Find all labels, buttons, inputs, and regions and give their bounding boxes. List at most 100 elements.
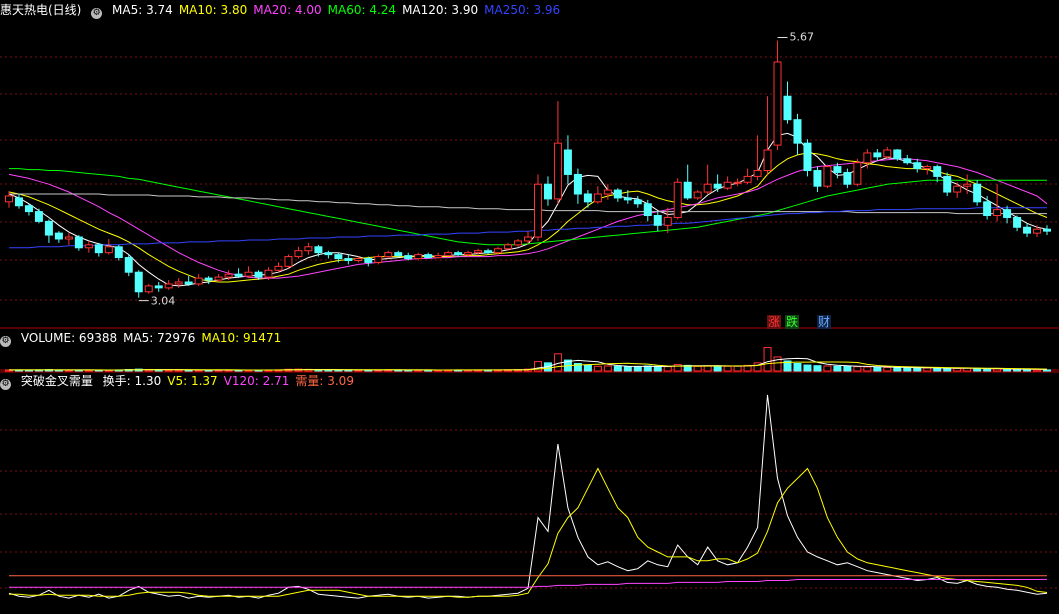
candle-body (414, 254, 423, 260)
candle-body (134, 271, 143, 293)
candle-body (643, 203, 652, 217)
candle-body (843, 171, 852, 185)
price-legend-item-2: MA20: 4.00 (253, 3, 322, 17)
candle-body (454, 252, 463, 256)
candle-body (563, 149, 572, 175)
candle-body (174, 281, 183, 285)
candle-body (903, 158, 912, 164)
candle-body (763, 149, 772, 172)
candle-body (444, 252, 453, 257)
candle-body (733, 181, 742, 184)
volume-bar (733, 365, 742, 372)
ma10-line (8, 152, 1048, 283)
volume-legend-item-1: MA5: 72976 (123, 331, 196, 345)
candle-body (723, 181, 732, 189)
candle-body (124, 257, 133, 273)
candle-body (304, 246, 313, 252)
candle-body (214, 276, 223, 281)
low-price-label: 3.04 (151, 295, 176, 308)
candle-body (144, 285, 153, 293)
candle-body (364, 258, 373, 263)
candle-body (823, 166, 832, 187)
candle-body (673, 181, 682, 218)
volume-legend-item-2: MA10: 91471 (201, 331, 282, 345)
candle-body (334, 254, 343, 260)
candle-body (114, 246, 123, 259)
candle-body (474, 250, 483, 254)
candle-body (783, 95, 792, 121)
candle-body (14, 197, 23, 207)
candle-body (583, 193, 592, 203)
candle-body (104, 246, 113, 254)
event-badge-0[interactable]: 涨 (767, 315, 782, 329)
volume-bar (853, 366, 862, 372)
candle-body (533, 183, 542, 238)
candle-body (34, 211, 43, 222)
volume-bar (763, 347, 772, 372)
volume-bar (913, 367, 922, 372)
candle-body (64, 236, 73, 240)
volume-bar (613, 365, 622, 372)
candle-body (593, 193, 602, 203)
candle-body (324, 252, 333, 256)
volume-bar (1043, 369, 1052, 372)
candle-body (294, 250, 303, 258)
candle-body (913, 162, 922, 170)
candle-body (1043, 228, 1052, 232)
candle-body (933, 166, 942, 177)
candle-body (284, 256, 293, 267)
event-badge-1[interactable]: 跌 (785, 315, 800, 329)
indicator-legend: 换手: 1.30 V5: 1.37 V120: 2.71 需量: 3.09 (103, 374, 360, 388)
volume-bar (793, 363, 802, 372)
candle-body (833, 166, 842, 173)
candle-body (374, 256, 383, 263)
candle-body (553, 142, 562, 200)
candle-body (484, 250, 493, 254)
candle-body (354, 258, 363, 261)
volume-bar (903, 367, 912, 372)
volume-bar (823, 365, 832, 372)
candle-body (633, 199, 642, 205)
candle-body (74, 236, 83, 249)
candle-body (613, 189, 622, 199)
settings-icon[interactable]: ⚙ (91, 8, 103, 19)
volume-bar (603, 365, 612, 372)
stock-title[interactable]: 惠天热电(日线) (0, 3, 81, 17)
volume-bar (773, 356, 782, 372)
ma120-line (9, 193, 1047, 215)
candle-body (514, 240, 523, 246)
price-legend-item-4: MA120: 3.90 (402, 3, 479, 17)
candle-body (424, 254, 433, 259)
candle-body (4, 195, 13, 203)
candle-body (883, 149, 892, 158)
candle-body (943, 175, 952, 193)
candle-body (873, 152, 882, 158)
event-badge-2[interactable]: 财 (817, 315, 832, 329)
candle-body (893, 149, 902, 160)
volume-settings-icon[interactable]: ⚙ (0, 336, 11, 347)
indicator-settings-icon[interactable]: ⚙ (0, 379, 11, 390)
candle-body (753, 170, 762, 177)
volume-bar (953, 368, 962, 372)
indicator-title[interactable]: 突破金叉需量 (21, 374, 93, 388)
indicator-legend-item-2: V120: 2.71 (223, 374, 290, 388)
price-legend-item-5: MA250: 3.96 (484, 3, 561, 17)
candle-body (993, 209, 1002, 217)
volume-bar (1023, 368, 1032, 372)
volume-panel-header: ⚙ VOLUME: 69388 MA5: 72976 MA10: 91471 (0, 330, 293, 347)
candle-body (743, 175, 752, 183)
volume-bar (983, 368, 992, 372)
candle-body (394, 252, 403, 257)
stock-chart[interactable]: 5.67 3.04 (0, 0, 1059, 614)
candle-body (1023, 226, 1032, 234)
candle-body (603, 189, 612, 195)
price-legend-item-3: MA60: 4.24 (327, 3, 397, 17)
volume-bar (883, 366, 892, 372)
volume-bar (813, 365, 822, 372)
candle-body (194, 277, 203, 285)
price-ma-legend: MA5: 3.74 MA10: 3.80 MA20: 4.00 MA60: 4.24 M… (112, 3, 566, 17)
volume-bar (943, 367, 952, 372)
candle-body (54, 232, 63, 240)
candle-body (803, 142, 812, 172)
volume-bar (843, 365, 852, 372)
